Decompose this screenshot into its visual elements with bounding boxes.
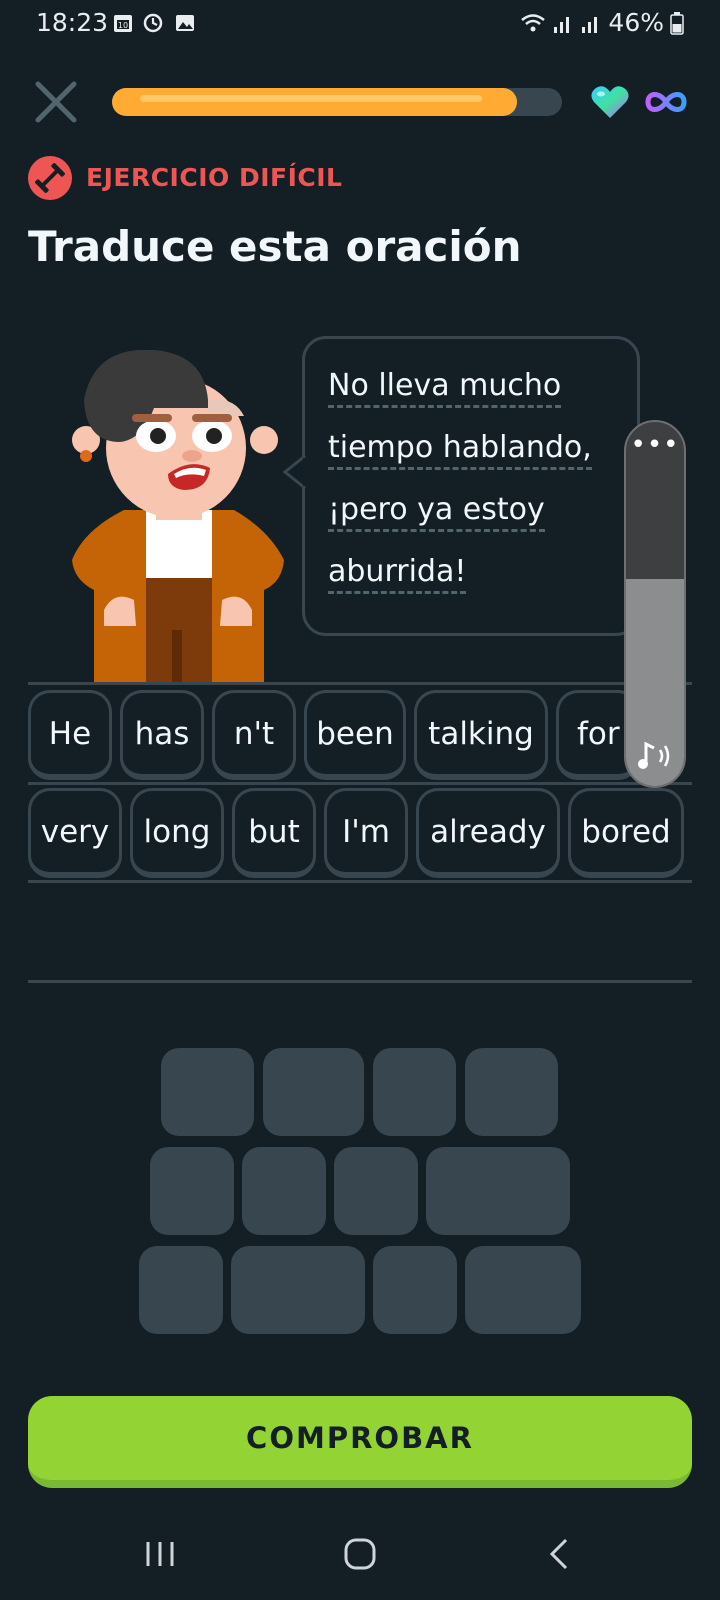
word-chip[interactable]: been: [304, 690, 406, 780]
answer-line: [28, 980, 692, 983]
progress-shine: [140, 95, 482, 102]
back-icon[interactable]: [538, 1532, 582, 1576]
word-chip[interactable]: bored: [568, 788, 684, 878]
answer-line: [28, 782, 692, 785]
word-chip[interactable]: has: [120, 690, 204, 780]
word-chip[interactable]: long: [130, 788, 224, 878]
sync-icon: [143, 13, 163, 33]
signal-icon: [554, 16, 570, 33]
recent-apps-icon[interactable]: [138, 1532, 182, 1576]
speech-bubble-tail: [283, 456, 307, 488]
infinity-icon: [645, 92, 687, 112]
answer-line: [28, 682, 692, 685]
empty-word-slot: [465, 1246, 581, 1334]
music-note-icon: [638, 741, 670, 769]
battery-percent: 46%: [608, 8, 664, 37]
check-button[interactable]: COMPROBAR: [28, 1396, 692, 1488]
page-title: Traduce esta oración: [28, 222, 522, 271]
empty-word-slot: [426, 1147, 570, 1235]
empty-word-slot: [161, 1048, 254, 1136]
calendar-icon: 10: [114, 15, 132, 32]
empty-word-slot: [373, 1246, 457, 1334]
heart-icon[interactable]: [590, 84, 630, 120]
progress-bar: [112, 88, 562, 116]
empty-word-slot: [373, 1048, 456, 1136]
svg-text:10: 10: [118, 21, 128, 30]
empty-word-slot: [242, 1147, 326, 1235]
word-chip[interactable]: but: [232, 788, 316, 878]
hard-exercise-badge: EJERCICIO DIFÍCIL: [86, 163, 343, 192]
empty-word-slot: [231, 1246, 365, 1334]
prompt-line[interactable]: ¡pero ya estoy: [328, 490, 545, 532]
signal-icon: [582, 16, 598, 33]
empty-word-slot: [150, 1147, 234, 1235]
word-chip[interactable]: He: [28, 690, 112, 780]
prompt-line[interactable]: aburrida!: [328, 552, 467, 594]
character-illustration: [72, 350, 284, 682]
answer-line: [28, 880, 692, 883]
empty-word-slot: [139, 1246, 223, 1334]
word-chip[interactable]: n't: [212, 690, 296, 780]
progress-fill: [112, 88, 517, 116]
status-bar: 18:23 10 46%: [0, 0, 720, 48]
word-chip[interactable]: talking: [414, 690, 548, 780]
word-chip[interactable]: I'm: [324, 788, 408, 878]
prompt-line[interactable]: No lleva mucho: [328, 366, 562, 408]
volume-slider[interactable]: •••: [624, 420, 686, 788]
close-icon[interactable]: [30, 76, 82, 128]
dumbbell-icon: [28, 156, 72, 200]
empty-word-slot: [334, 1147, 418, 1235]
empty-word-slot: [465, 1048, 558, 1136]
status-time: 18:23: [36, 8, 109, 37]
image-icon: [176, 15, 194, 31]
wifi-icon: [521, 13, 546, 31]
home-icon[interactable]: [338, 1532, 382, 1576]
battery-icon: [670, 11, 684, 35]
word-chip[interactable]: very: [28, 788, 122, 878]
status-right: 46%: [520, 8, 684, 37]
prompt-line[interactable]: tiempo hablando,: [328, 428, 592, 470]
word-chip[interactable]: already: [416, 788, 560, 878]
empty-word-slot: [263, 1048, 364, 1136]
volume-menu-icon[interactable]: •••: [626, 430, 684, 460]
